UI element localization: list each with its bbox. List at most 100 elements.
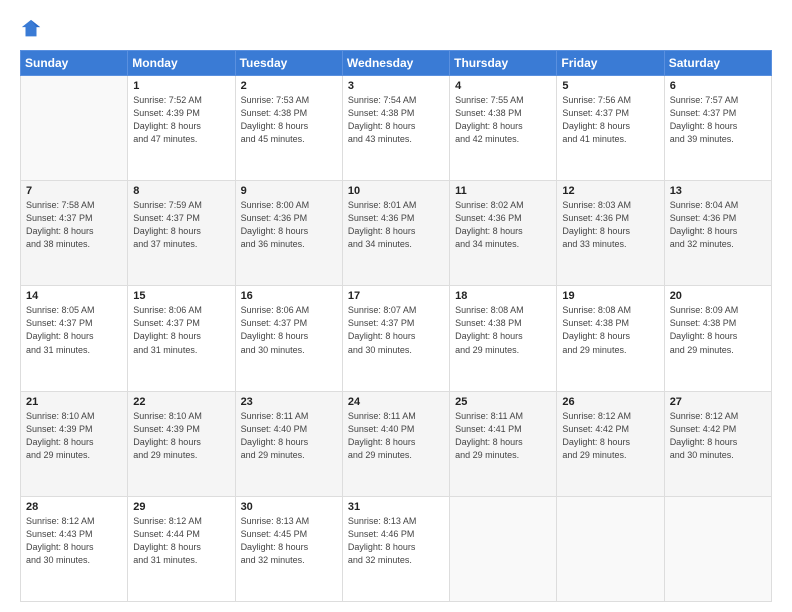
day-info: Sunrise: 7:56 AM Sunset: 4:37 PM Dayligh… bbox=[562, 94, 658, 146]
day-info: Sunrise: 7:55 AM Sunset: 4:38 PM Dayligh… bbox=[455, 94, 551, 146]
day-info: Sunrise: 7:53 AM Sunset: 4:38 PM Dayligh… bbox=[241, 94, 337, 146]
day-info: Sunrise: 8:06 AM Sunset: 4:37 PM Dayligh… bbox=[241, 304, 337, 356]
weekday-sunday: Sunday bbox=[21, 51, 128, 76]
calendar-cell: 4 Sunrise: 7:55 AM Sunset: 4:38 PM Daylig… bbox=[450, 76, 557, 181]
calendar-cell: 3Sunrise: 7:54 AM Sunset: 4:38 PM Daylig… bbox=[342, 76, 449, 181]
calendar-cell: 16 Sunrise: 8:06 AM Sunset: 4:37 PM Dayli… bbox=[235, 286, 342, 391]
calendar-cell bbox=[450, 496, 557, 601]
calendar-table: SundayMondayTuesdayWednesdayThursdayFrid… bbox=[20, 50, 772, 602]
day-number: 6 bbox=[670, 80, 766, 92]
day-info: Sunrise: 8:11 AM Sunset: 4:40 PM Dayligh… bbox=[241, 410, 337, 462]
day-info: Sunrise: 8:12 AM Sunset: 4:43 PM Dayligh… bbox=[26, 515, 122, 567]
week-row-4: 21 Sunrise: 8:10 AM Sunset: 4:39 PM Dayli… bbox=[21, 391, 772, 496]
day-number: 7 bbox=[26, 185, 122, 197]
day-info: Sunrise: 8:11 AM Sunset: 4:40 PM Dayligh… bbox=[348, 410, 444, 462]
day-number: 31 bbox=[348, 501, 444, 513]
calendar-cell: 27 Sunrise: 8:12 AM Sunset: 4:42 PM Dayli… bbox=[664, 391, 771, 496]
day-info: Sunrise: 8:03 AM Sunset: 4:36 PM Dayligh… bbox=[562, 199, 658, 251]
calendar-cell: 18 Sunrise: 8:08 AM Sunset: 4:38 PM Dayli… bbox=[450, 286, 557, 391]
calendar-cell: 12 Sunrise: 8:03 AM Sunset: 4:36 PM Dayli… bbox=[557, 181, 664, 286]
calendar-cell: 21 Sunrise: 8:10 AM Sunset: 4:39 PM Dayli… bbox=[21, 391, 128, 496]
calendar-cell bbox=[557, 496, 664, 601]
day-number: 28 bbox=[26, 501, 122, 513]
day-info: Sunrise: 8:08 AM Sunset: 4:38 PM Dayligh… bbox=[455, 304, 551, 356]
logo-icon bbox=[20, 18, 42, 40]
weekday-monday: Monday bbox=[128, 51, 235, 76]
calendar-cell: 7Sunrise: 7:58 AM Sunset: 4:37 PM Daylig… bbox=[21, 181, 128, 286]
calendar-cell: 22 Sunrise: 8:10 AM Sunset: 4:39 PM Dayli… bbox=[128, 391, 235, 496]
weekday-saturday: Saturday bbox=[664, 51, 771, 76]
calendar-cell: 20Sunrise: 8:09 AM Sunset: 4:38 PM Dayli… bbox=[664, 286, 771, 391]
day-info: Sunrise: 8:06 AM Sunset: 4:37 PM Dayligh… bbox=[133, 304, 229, 356]
day-info: Sunrise: 8:10 AM Sunset: 4:39 PM Dayligh… bbox=[133, 410, 229, 462]
calendar-cell: 1Sunrise: 7:52 AM Sunset: 4:39 PM Daylig… bbox=[128, 76, 235, 181]
week-row-5: 28 Sunrise: 8:12 AM Sunset: 4:43 PM Dayli… bbox=[21, 496, 772, 601]
calendar-cell: 17Sunrise: 8:07 AM Sunset: 4:37 PM Dayli… bbox=[342, 286, 449, 391]
calendar-cell: 31 Sunrise: 8:13 AM Sunset: 4:46 PM Dayli… bbox=[342, 496, 449, 601]
day-number: 24 bbox=[348, 396, 444, 408]
week-row-1: 1Sunrise: 7:52 AM Sunset: 4:39 PM Daylig… bbox=[21, 76, 772, 181]
page: SundayMondayTuesdayWednesdayThursdayFrid… bbox=[0, 0, 792, 612]
day-number: 26 bbox=[562, 396, 658, 408]
week-row-2: 7Sunrise: 7:58 AM Sunset: 4:37 PM Daylig… bbox=[21, 181, 772, 286]
day-info: Sunrise: 8:12 AM Sunset: 4:42 PM Dayligh… bbox=[670, 410, 766, 462]
calendar-cell: 28 Sunrise: 8:12 AM Sunset: 4:43 PM Dayli… bbox=[21, 496, 128, 601]
day-number: 30 bbox=[241, 501, 337, 513]
calendar-cell: 25Sunrise: 8:11 AM Sunset: 4:41 PM Dayli… bbox=[450, 391, 557, 496]
day-info: Sunrise: 8:04 AM Sunset: 4:36 PM Dayligh… bbox=[670, 199, 766, 251]
weekday-wednesday: Wednesday bbox=[342, 51, 449, 76]
day-info: Sunrise: 8:12 AM Sunset: 4:44 PM Dayligh… bbox=[133, 515, 229, 567]
week-row-3: 14 Sunrise: 8:05 AM Sunset: 4:37 PM Dayli… bbox=[21, 286, 772, 391]
calendar-cell: 13 Sunrise: 8:04 AM Sunset: 4:36 PM Dayli… bbox=[664, 181, 771, 286]
day-number: 15 bbox=[133, 290, 229, 302]
day-info: Sunrise: 7:54 AM Sunset: 4:38 PM Dayligh… bbox=[348, 94, 444, 146]
calendar-cell: 26 Sunrise: 8:12 AM Sunset: 4:42 PM Dayli… bbox=[557, 391, 664, 496]
day-info: Sunrise: 8:08 AM Sunset: 4:38 PM Dayligh… bbox=[562, 304, 658, 356]
day-number: 9 bbox=[241, 185, 337, 197]
day-number: 22 bbox=[133, 396, 229, 408]
day-number: 18 bbox=[455, 290, 551, 302]
day-number: 25 bbox=[455, 396, 551, 408]
day-info: Sunrise: 8:12 AM Sunset: 4:42 PM Dayligh… bbox=[562, 410, 658, 462]
day-number: 11 bbox=[455, 185, 551, 197]
day-number: 27 bbox=[670, 396, 766, 408]
day-info: Sunrise: 7:57 AM Sunset: 4:37 PM Dayligh… bbox=[670, 94, 766, 146]
day-number: 1 bbox=[133, 80, 229, 92]
weekday-header-row: SundayMondayTuesdayWednesdayThursdayFrid… bbox=[21, 51, 772, 76]
day-number: 21 bbox=[26, 396, 122, 408]
day-info: Sunrise: 8:02 AM Sunset: 4:36 PM Dayligh… bbox=[455, 199, 551, 251]
calendar-cell bbox=[21, 76, 128, 181]
calendar-cell: 29Sunrise: 8:12 AM Sunset: 4:44 PM Dayli… bbox=[128, 496, 235, 601]
day-number: 17 bbox=[348, 290, 444, 302]
day-number: 10 bbox=[348, 185, 444, 197]
calendar-cell: 30Sunrise: 8:13 AM Sunset: 4:45 PM Dayli… bbox=[235, 496, 342, 601]
calendar-cell: 14 Sunrise: 8:05 AM Sunset: 4:37 PM Dayli… bbox=[21, 286, 128, 391]
calendar-cell: 8Sunrise: 7:59 AM Sunset: 4:37 PM Daylig… bbox=[128, 181, 235, 286]
calendar-cell: 2Sunrise: 7:53 AM Sunset: 4:38 PM Daylig… bbox=[235, 76, 342, 181]
logo bbox=[20, 18, 46, 40]
calendar-cell: 11 Sunrise: 8:02 AM Sunset: 4:36 PM Dayli… bbox=[450, 181, 557, 286]
day-info: Sunrise: 8:10 AM Sunset: 4:39 PM Dayligh… bbox=[26, 410, 122, 462]
day-number: 16 bbox=[241, 290, 337, 302]
day-number: 4 bbox=[455, 80, 551, 92]
day-info: Sunrise: 8:05 AM Sunset: 4:37 PM Dayligh… bbox=[26, 304, 122, 356]
day-number: 13 bbox=[670, 185, 766, 197]
weekday-tuesday: Tuesday bbox=[235, 51, 342, 76]
calendar-cell: 5 Sunrise: 7:56 AM Sunset: 4:37 PM Daylig… bbox=[557, 76, 664, 181]
calendar-cell: 24 Sunrise: 8:11 AM Sunset: 4:40 PM Dayli… bbox=[342, 391, 449, 496]
calendar-cell: 9Sunrise: 8:00 AM Sunset: 4:36 PM Daylig… bbox=[235, 181, 342, 286]
calendar-cell: 6 Sunrise: 7:57 AM Sunset: 4:37 PM Daylig… bbox=[664, 76, 771, 181]
day-number: 20 bbox=[670, 290, 766, 302]
weekday-friday: Friday bbox=[557, 51, 664, 76]
day-info: Sunrise: 8:13 AM Sunset: 4:46 PM Dayligh… bbox=[348, 515, 444, 567]
day-info: Sunrise: 8:01 AM Sunset: 4:36 PM Dayligh… bbox=[348, 199, 444, 251]
day-number: 14 bbox=[26, 290, 122, 302]
day-number: 5 bbox=[562, 80, 658, 92]
day-number: 23 bbox=[241, 396, 337, 408]
day-number: 12 bbox=[562, 185, 658, 197]
day-number: 19 bbox=[562, 290, 658, 302]
calendar-cell: 15 Sunrise: 8:06 AM Sunset: 4:37 PM Dayli… bbox=[128, 286, 235, 391]
calendar-cell: 19 Sunrise: 8:08 AM Sunset: 4:38 PM Dayli… bbox=[557, 286, 664, 391]
weekday-thursday: Thursday bbox=[450, 51, 557, 76]
calendar-cell: 23 Sunrise: 8:11 AM Sunset: 4:40 PM Dayli… bbox=[235, 391, 342, 496]
